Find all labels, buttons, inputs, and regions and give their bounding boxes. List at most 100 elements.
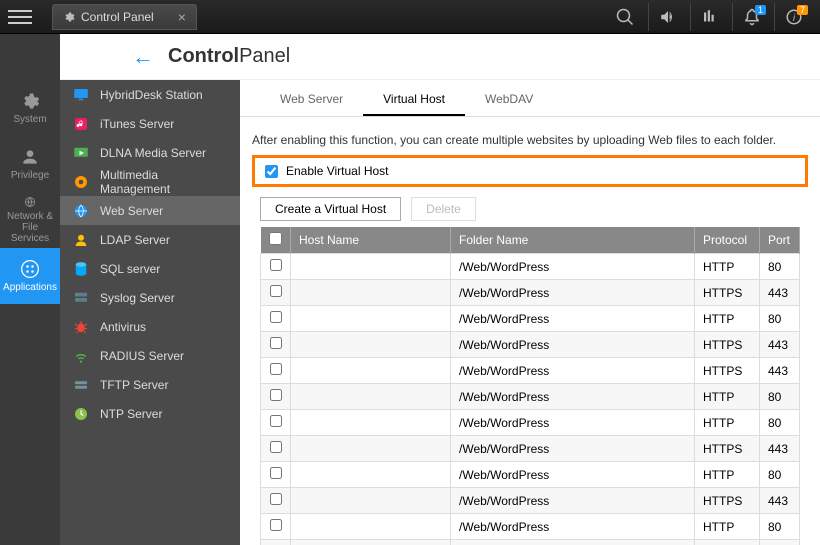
table-row[interactable]: /Web/WordPressHTTPS443 bbox=[261, 280, 800, 306]
sidebar-item-antivirus[interactable]: Antivirus bbox=[60, 312, 240, 341]
close-icon[interactable]: × bbox=[178, 9, 186, 25]
table-row[interactable]: /Web/WordPressHTTP80 bbox=[261, 514, 800, 540]
cell-port: 80 bbox=[760, 306, 800, 332]
row-checkbox[interactable] bbox=[270, 415, 282, 427]
table-row[interactable]: /Web/WordPressHTTPS443 bbox=[261, 488, 800, 514]
rail-label: System bbox=[13, 114, 46, 125]
tab-webserver[interactable]: Web Server bbox=[260, 84, 363, 116]
sidebar-item-multimedia[interactable]: Multimedia Management bbox=[60, 167, 240, 196]
rail-item-applications[interactable]: Applications bbox=[0, 248, 60, 304]
cell-protocol: HTTP bbox=[695, 254, 760, 280]
cell-host bbox=[291, 384, 451, 410]
rail-item-system[interactable]: System bbox=[0, 80, 60, 136]
table-row[interactable]: /Web/WordPressHTTP80 bbox=[261, 254, 800, 280]
cell-folder: /Web/WordPress bbox=[451, 410, 695, 436]
sidebar-item-label: NTP Server bbox=[100, 407, 162, 421]
cell-folder: /Web/WordPress bbox=[451, 384, 695, 410]
sidebar-item-itunes[interactable]: iTunes Server bbox=[60, 109, 240, 138]
cell-folder: /Web/WordPress bbox=[451, 306, 695, 332]
column-header-folder[interactable]: Folder Name bbox=[451, 227, 695, 254]
table-row[interactable]: /Web/WordPressHTTPS443 bbox=[261, 358, 800, 384]
row-checkbox[interactable] bbox=[270, 259, 282, 271]
search-icon[interactable] bbox=[606, 3, 644, 31]
volume-icon[interactable] bbox=[648, 3, 686, 31]
cell-host bbox=[291, 436, 451, 462]
cell-port: 80 bbox=[760, 410, 800, 436]
clock-icon bbox=[72, 405, 90, 423]
sidebar-item-ntp[interactable]: NTP Server bbox=[60, 399, 240, 428]
tab-webdav[interactable]: WebDAV bbox=[465, 84, 553, 116]
server-icon bbox=[72, 376, 90, 394]
row-checkbox[interactable] bbox=[270, 363, 282, 375]
rail-item-privilege[interactable]: Privilege bbox=[0, 136, 60, 192]
row-checkbox[interactable] bbox=[270, 337, 282, 349]
cell-folder: /Web/WordPress bbox=[451, 514, 695, 540]
sidebar-item-hybriddesk[interactable]: HybridDesk Station bbox=[60, 80, 240, 109]
cell-host bbox=[291, 462, 451, 488]
left-rail: System Privilege Network & File Services… bbox=[0, 34, 60, 545]
column-header-port[interactable]: Port bbox=[760, 227, 800, 254]
cell-protocol: HTTPS bbox=[695, 280, 760, 306]
rail-label: Network & File Services bbox=[2, 211, 58, 244]
cell-host bbox=[291, 280, 451, 306]
sidebar-item-dlna[interactable]: DLNA Media Server bbox=[60, 138, 240, 167]
menu-icon[interactable] bbox=[8, 5, 32, 29]
select-all-header[interactable] bbox=[261, 227, 291, 254]
cell-protocol: HTTPS bbox=[695, 332, 760, 358]
sidebar-item-label: SQL server bbox=[100, 262, 160, 276]
cell-protocol: HTTPS bbox=[695, 488, 760, 514]
cell-host bbox=[291, 540, 451, 545]
sidebar-item-webserver[interactable]: Web Server bbox=[60, 196, 240, 225]
column-header-host[interactable]: Host Name bbox=[291, 227, 451, 254]
sidebar-item-syslog[interactable]: Syslog Server bbox=[60, 283, 240, 312]
row-checkbox[interactable] bbox=[270, 467, 282, 479]
table-row[interactable]: /Web/WordPressHTTP80 bbox=[261, 462, 800, 488]
cell-host bbox=[291, 332, 451, 358]
sidebar-item-label: LDAP Server bbox=[100, 233, 170, 247]
cell-port: 80 bbox=[760, 384, 800, 410]
sidebar-item-ldap[interactable]: LDAP Server bbox=[60, 225, 240, 254]
row-checkbox[interactable] bbox=[270, 493, 282, 505]
table-row[interactable]: /Web/WordPressHTTPS443 bbox=[261, 540, 800, 545]
sidebar-item-sql[interactable]: SQL server bbox=[60, 254, 240, 283]
window-tab[interactable]: Control Panel × bbox=[52, 4, 197, 30]
gear-icon bbox=[63, 11, 75, 23]
sidebar-item-radius[interactable]: RADIUS Server bbox=[60, 341, 240, 370]
cell-host bbox=[291, 488, 451, 514]
row-checkbox[interactable] bbox=[270, 389, 282, 401]
tab-title: Control Panel bbox=[81, 10, 154, 24]
server-icon bbox=[72, 289, 90, 307]
info-icon[interactable]: i 7 bbox=[774, 3, 812, 31]
cell-protocol: HTTPS bbox=[695, 436, 760, 462]
column-header-protocol[interactable]: Protocol bbox=[695, 227, 760, 254]
cell-host bbox=[291, 254, 451, 280]
enable-virtual-host-checkbox[interactable]: Enable Virtual Host bbox=[252, 155, 808, 187]
table-row[interactable]: /Web/WordPressHTTP80 bbox=[261, 384, 800, 410]
cell-folder: /Web/WordPress bbox=[451, 488, 695, 514]
rail-item-network[interactable]: Network & File Services bbox=[0, 192, 60, 248]
cell-protocol: HTTP bbox=[695, 462, 760, 488]
create-button[interactable]: Create a Virtual Host bbox=[260, 197, 401, 221]
resources-icon[interactable] bbox=[690, 3, 728, 31]
sidebar-item-label: RADIUS Server bbox=[100, 349, 184, 363]
notification-icon[interactable]: 1 bbox=[732, 3, 770, 31]
row-checkbox[interactable] bbox=[270, 311, 282, 323]
tab-virtualhost[interactable]: Virtual Host bbox=[363, 84, 465, 116]
cell-folder: /Web/WordPress bbox=[451, 254, 695, 280]
row-checkbox[interactable] bbox=[270, 441, 282, 453]
description-text: After enabling this function, you can cr… bbox=[240, 117, 820, 155]
table-row[interactable]: /Web/WordPressHTTP80 bbox=[261, 306, 800, 332]
table-row[interactable]: /Web/WordPressHTTPS443 bbox=[261, 436, 800, 462]
table-row[interactable]: /Web/WordPressHTTPS443 bbox=[261, 332, 800, 358]
database-icon bbox=[72, 260, 90, 278]
row-checkbox[interactable] bbox=[270, 285, 282, 297]
cell-port: 443 bbox=[760, 488, 800, 514]
sidebar-item-label: HybridDesk Station bbox=[100, 88, 203, 102]
enable-checkbox-input[interactable] bbox=[265, 165, 278, 178]
select-all-checkbox[interactable] bbox=[269, 232, 282, 245]
table-row[interactable]: /Web/WordPressHTTP80 bbox=[261, 410, 800, 436]
sidebar-item-tftp[interactable]: TFTP Server bbox=[60, 370, 240, 399]
row-checkbox[interactable] bbox=[270, 519, 282, 531]
back-icon[interactable]: ← bbox=[132, 44, 154, 70]
cell-port: 443 bbox=[760, 332, 800, 358]
